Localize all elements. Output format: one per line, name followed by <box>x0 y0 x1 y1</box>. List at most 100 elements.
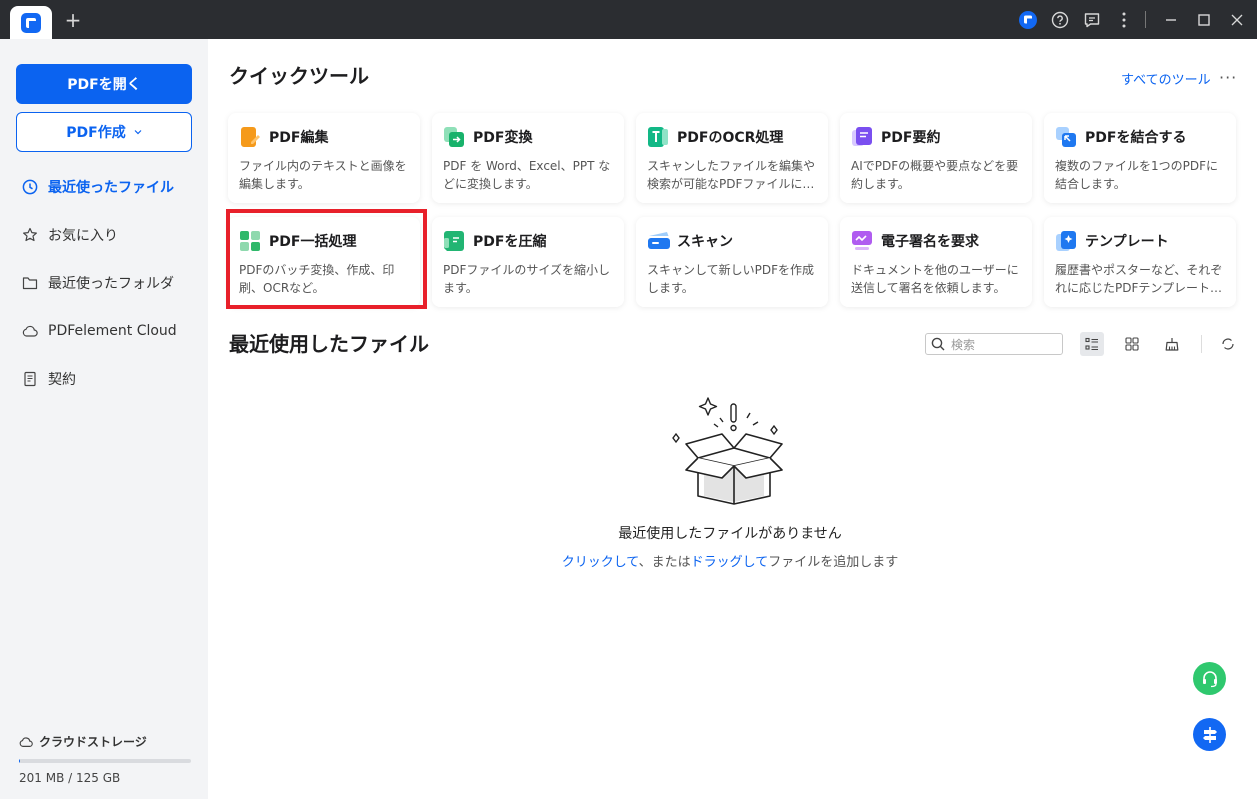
grid-view-button[interactable] <box>1120 332 1144 356</box>
tool-card-pdf-edit[interactable]: PDF編集 ファイル内のテキストと画像を編集します。 <box>228 113 420 203</box>
new-tab-button[interactable]: + <box>62 9 84 31</box>
tool-card-pdf-summary[interactable]: PDF要約 AIでPDFの概要や要点などを要約します。 <box>840 113 1032 203</box>
clear-list-button[interactable] <box>1160 332 1184 356</box>
card-description: ファイル内のテキストと画像を編集します。 <box>239 159 407 191</box>
minimize-icon[interactable] <box>1161 10 1181 30</box>
card-title: PDF編集 <box>269 130 329 146</box>
ai-summary-icon <box>851 126 873 148</box>
tool-card-template[interactable]: テンプレート 履歴書やポスターなど、それぞれに応じたPDFテンプレート… <box>1044 217 1236 307</box>
tool-card-pdf-merge[interactable]: PDFを結合する 複数のファイルを1つのPDFに結合します。 <box>1044 113 1236 203</box>
sidebar-item-label: PDFelement Cloud <box>48 323 177 339</box>
card-title: 電子署名を要求 <box>881 234 979 250</box>
ocr-icon <box>647 126 669 148</box>
list-view-button[interactable] <box>1080 332 1104 356</box>
scanner-icon <box>647 230 670 252</box>
sidebar-item-label: 最近使ったフォルダ <box>48 276 174 292</box>
titlebar-divider <box>1145 11 1146 28</box>
tool-card-scan[interactable]: スキャン スキャンして新しいPDFを作成します。 <box>636 217 828 307</box>
star-icon <box>23 227 37 242</box>
tool-card-pdf-ocr[interactable]: PDFのOCR処理 スキャンしたファイルを編集や検索が可能なPDFファイルに… <box>636 113 828 203</box>
card-description: 複数のファイルを1つのPDFに結合します。 <box>1055 159 1219 191</box>
app-badge-icon[interactable] <box>1018 10 1038 30</box>
cloud-storage-label[interactable]: クラウドストレージ <box>19 733 147 750</box>
support-button[interactable] <box>1193 662 1226 695</box>
headset-icon <box>1202 670 1217 687</box>
empty-state-subtitle: クリックして、またはドラッグしてファイルを追加します <box>0 551 1257 570</box>
home-tab[interactable] <box>10 6 52 39</box>
card-description: スキャンしたファイルを編集や検索が可能なPDFファイルに… <box>647 159 816 191</box>
card-title: PDFのOCR処理 <box>677 130 784 146</box>
help-icon[interactable] <box>1050 10 1070 30</box>
empty-add-text: ファイルを追加します <box>768 555 899 570</box>
storage-usage-text: 201 MB / 125 GB <box>19 771 121 785</box>
pdfelement-logo-icon <box>21 12 41 33</box>
guide-button[interactable] <box>1193 718 1226 751</box>
document-icon <box>24 371 36 387</box>
empty-box-illustration <box>672 397 783 505</box>
card-title: PDFを結合する <box>1085 130 1187 146</box>
chevron-down-icon <box>134 130 142 135</box>
search-placeholder: 検索 <box>951 337 976 352</box>
template-icon <box>1055 230 1077 252</box>
edit-pdf-icon <box>239 126 261 148</box>
clean-icon <box>1165 338 1179 351</box>
refresh-button[interactable] <box>1216 332 1240 356</box>
card-title: PDFを圧縮 <box>473 234 547 250</box>
sidebar: PDFを開く PDF作成 最近使ったファイル お気に入り 最近使ったフォルダ P… <box>0 39 208 799</box>
clock-icon <box>22 179 38 195</box>
convert-pdf-icon <box>443 126 465 148</box>
selection-highlight <box>226 209 427 309</box>
sidebar-item-favorites[interactable]: お気に入り <box>22 223 118 247</box>
signpost-icon <box>1202 726 1217 743</box>
close-icon[interactable] <box>1227 10 1247 30</box>
toolbar-divider <box>1201 335 1202 353</box>
drag-to-add-link[interactable]: ドラッグして <box>691 555 769 570</box>
search-icon <box>931 337 945 351</box>
tool-card-pdf-compress[interactable]: PDFを圧縮 PDFファイルのサイズを縮小します。 <box>432 217 624 307</box>
search-input[interactable]: 検索 <box>925 333 1063 355</box>
cloud-storage-text: クラウドストレージ <box>39 735 147 749</box>
card-title: テンプレート <box>1085 234 1169 250</box>
tool-card-pdf-convert[interactable]: PDF変換 PDF を Word、Excel、PPT などに変換します。 <box>432 113 624 203</box>
recent-files-title: 最近使用したファイル <box>229 332 429 356</box>
empty-or-text: 、または <box>638 555 691 570</box>
grid-view-icon <box>1125 337 1139 351</box>
open-pdf-button[interactable]: PDFを開く <box>16 64 192 104</box>
sidebar-item-cloud[interactable]: PDFelement Cloud <box>22 319 177 343</box>
card-description: ドキュメントを他のユーザーに送信して署名を依頼します。 <box>851 263 1019 295</box>
card-description: PDF を Word、Excel、PPT などに変換します。 <box>443 159 611 191</box>
tool-card-esign[interactable]: 電子署名を要求 ドキュメントを他のユーザーに送信して署名を依頼します。 <box>840 217 1032 307</box>
esign-icon <box>851 230 873 252</box>
more-vertical-icon[interactable] <box>1114 10 1134 30</box>
create-pdf-button[interactable]: PDF作成 <box>16 112 192 152</box>
card-description: PDFファイルのサイズを縮小します。 <box>443 263 611 295</box>
merge-pdf-icon <box>1055 126 1077 148</box>
click-to-add-link[interactable]: クリックして <box>562 555 639 570</box>
storage-usage-bar <box>19 759 191 763</box>
cloud-icon <box>22 325 38 337</box>
create-pdf-label: PDF作成 <box>66 125 126 141</box>
quick-tools-title: クイックツール <box>229 64 369 88</box>
card-description: AIでPDFの概要や要点などを要約します。 <box>851 159 1019 191</box>
sidebar-item-contracts[interactable]: 契約 <box>22 367 76 391</box>
feedback-icon[interactable] <box>1082 10 1102 30</box>
sidebar-item-label: 最近使ったファイル <box>48 180 174 196</box>
cloud-icon <box>19 736 33 747</box>
refresh-icon <box>1222 338 1234 350</box>
maximize-icon[interactable] <box>1194 10 1214 30</box>
more-horizontal-icon[interactable]: ··· <box>1219 68 1237 87</box>
all-tools-link[interactable]: すべてのツール <box>1121 69 1211 88</box>
sidebar-item-label: お気に入り <box>48 228 118 244</box>
card-description: スキャンして新しいPDFを作成します。 <box>647 263 815 295</box>
folder-icon <box>22 277 38 290</box>
title-bar: + <box>0 0 1257 39</box>
empty-state-title: 最近使用したファイルがありません <box>618 526 842 542</box>
storage-usage-fill <box>19 759 20 763</box>
list-view-icon <box>1085 337 1098 351</box>
compress-pdf-icon <box>443 230 465 252</box>
sidebar-item-label: 契約 <box>48 372 76 388</box>
card-description: 履歴書やポスターなど、それぞれに応じたPDFテンプレート… <box>1055 263 1223 295</box>
sidebar-item-recent-files[interactable]: 最近使ったファイル <box>22 175 174 199</box>
card-title: PDF変換 <box>473 130 533 146</box>
sidebar-item-recent-folders[interactable]: 最近使ったフォルダ <box>22 271 174 295</box>
